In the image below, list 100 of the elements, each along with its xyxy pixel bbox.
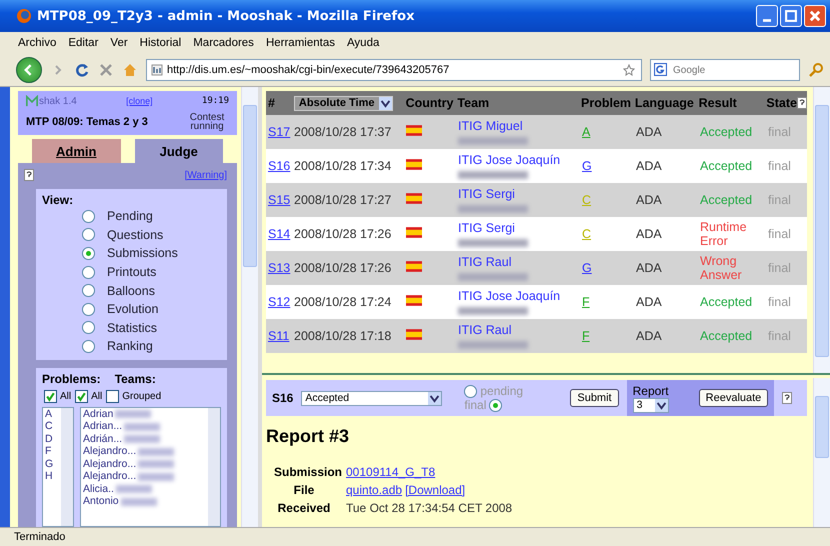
submission-link[interactable]: S11 [268,329,290,343]
menu-item[interactable]: Marcadores [193,37,254,49]
blurred-text [138,460,174,468]
tab[interactable]: Judge [134,139,223,163]
problem-list[interactable]: A C D F G H [42,406,74,527]
table-row[interactable]: S16 2008/10/28 17:34 ITIG Jose Joaquín G ADA Accepted final [266,149,807,183]
search-icon[interactable] [808,62,824,78]
maximize-button[interactable] [780,5,802,27]
view-label: View: [42,193,74,207]
menu-item[interactable]: Editar [68,37,98,49]
option-label: Ranking [107,339,153,354]
menu-item[interactable]: Herramientas [266,37,335,49]
report-link[interactable]: [Download] [405,483,466,497]
table-row[interactable]: S12 2008/10/28 17:24 ITIG Jose Joaquín F ADA Accepted final [266,285,807,319]
team-name: ITIG Jose Joaquín [458,290,562,302]
close-button[interactable] [804,5,826,27]
menu-item[interactable]: Archivo [18,37,56,49]
scrollbar[interactable] [813,87,830,373]
help-icon[interactable] [24,169,34,181]
menu-item[interactable]: Ayuda [346,37,380,49]
result-dropdown[interactable]: Accepted [301,390,442,406]
list-item[interactable]: H [45,470,61,483]
radio-button[interactable] [82,284,95,298]
scrollbar[interactable] [241,87,258,527]
reevaluate-button[interactable]: Reevaluate [698,389,768,407]
radio-button[interactable] [464,384,478,398]
star-icon[interactable] [623,64,635,76]
menu-item[interactable]: Historial [140,37,182,49]
submission-link[interactable]: S16 [268,159,290,173]
minimize-button[interactable] [756,5,778,27]
submission-link[interactable]: S12 [268,295,290,309]
report-link[interactable]: 00109114_G_T8 [346,465,436,479]
radio-button[interactable] [82,340,95,353]
submit-button[interactable]: Submit [570,389,619,407]
list-item[interactable]: Adrian [83,408,114,420]
checkbox[interactable] [75,390,88,403]
list-item[interactable]: Alejandro... [83,445,136,458]
problem-link[interactable]: G [582,261,592,275]
radio-button[interactable] [82,246,95,260]
help-icon[interactable] [797,97,807,109]
list-item[interactable]: F [45,445,61,458]
menu-item[interactable]: Ver [110,37,128,49]
help-icon[interactable] [782,392,792,404]
radio-button[interactable] [82,302,95,316]
team-name: ITIG Raul [458,324,512,336]
stop-icon[interactable] [98,62,114,78]
blurred-text [458,136,528,144]
checkbox[interactable] [106,390,120,403]
scrollbar[interactable] [61,408,73,526]
checkbox-label: Grouped [122,390,162,402]
list-item[interactable]: D [45,432,61,446]
submission-link[interactable]: S13 [268,261,290,275]
state-cell-text: final [768,125,792,139]
reload-icon[interactable] [74,62,90,78]
list-item[interactable]: G [45,458,61,470]
search-field[interactable]: Google [650,59,800,81]
radio-button[interactable] [82,210,95,223]
column-header: Country [404,96,454,110]
radio-button[interactable] [82,228,95,242]
scrollbar[interactable] [208,408,220,526]
globe-icon [16,8,32,24]
problem-link[interactable]: G [582,159,592,173]
list-item[interactable]: C [45,420,61,433]
search-engine-icon[interactable] [654,63,667,76]
list-item[interactable]: Adrián... [83,432,122,446]
radio-button[interactable] [82,266,95,279]
submission-link[interactable]: S15 [268,193,290,207]
language-cell-text: ADA [636,329,663,343]
contest-name: MTP 08/09: Temas 2 y 3 [26,116,148,128]
url-field[interactable]: http://dis.um.es/~mooshak/cgi-bin/execute/739643205767 [146,59,642,81]
table-row[interactable]: S11 2008/10/28 17:18 ITIG Raul F ADA Accepted final [266,319,807,353]
column-header: State [766,96,797,110]
report-dropdown[interactable]: 3 [632,398,669,412]
submission-link[interactable]: S17 [268,125,290,139]
flag-icon [406,329,422,340]
list-item[interactable]: Antonio [83,495,119,508]
checkbox[interactable] [44,390,57,403]
status-bar: Terminado [0,527,830,546]
table-row[interactable]: S15 2008/10/28 17:27 ITIG Sergi C ADA Accepted final [266,183,807,217]
table-row[interactable]: S14 2008/10/28 17:26 ITIG Sergi C ADA Runtime Error final [266,217,807,251]
scrollbar[interactable] [813,378,830,527]
radio-button[interactable] [82,321,95,334]
tab[interactable]: Admin [32,139,120,163]
report-label: Report [632,384,669,398]
report-link[interactable]: quinto.adb [346,483,402,497]
option-label: Balloons [107,284,155,298]
radio-button[interactable] [489,398,502,412]
list-item[interactable]: Adrian... [83,420,122,433]
list-item[interactable]: Alejandro... [83,470,136,483]
list-item[interactable]: Alejandro... [83,458,136,470]
team-list[interactable]: Adrian Adrian... Adrián... Alejandro... Alejandro... Alejandro... Alicia.. Antonio [80,406,221,527]
list-item[interactable]: Alicia.. [83,482,114,496]
submission-link[interactable]: S14 [268,227,290,241]
sort-dropdown[interactable]: Absolute Time [294,96,393,111]
list-item[interactable]: A [45,408,61,420]
back-button[interactable] [16,57,42,83]
state-cell-text: final [768,227,792,241]
table-row[interactable]: S13 2008/10/28 17:26 ITIG Raul G ADA Wrong Answer final [266,251,807,285]
minimize-icon [763,18,771,22]
table-row[interactable]: S17 2008/10/28 17:37 ITIG Miguel A ADA Accepted final [266,115,807,149]
